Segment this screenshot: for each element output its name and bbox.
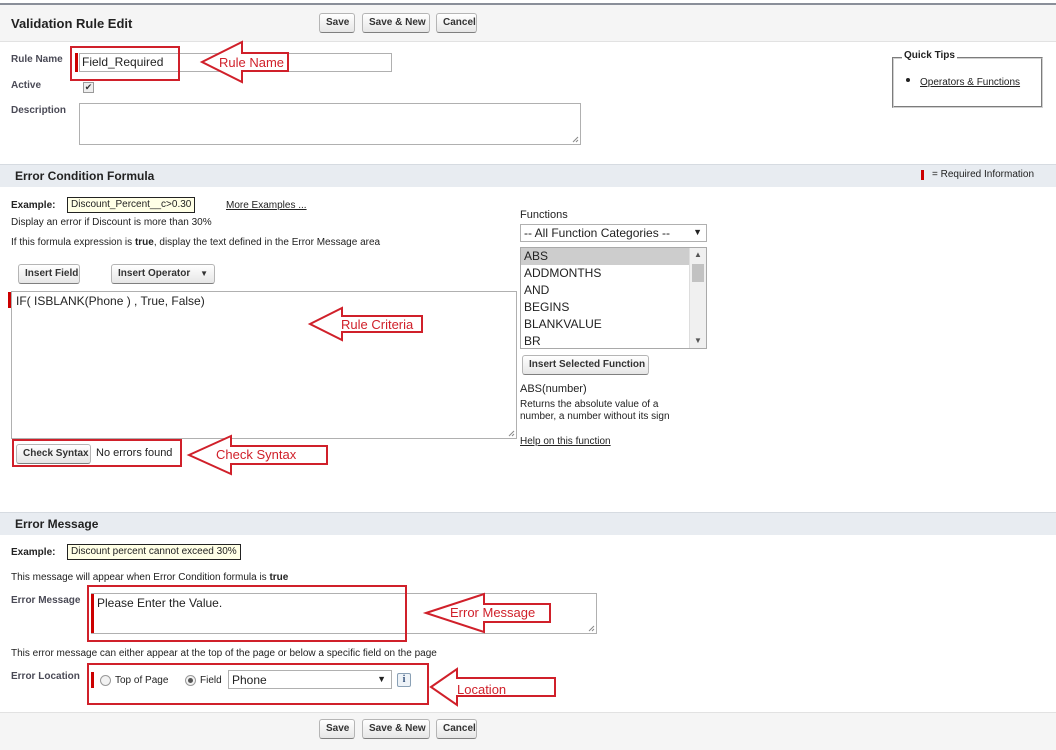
page-title: Validation Rule Edit: [11, 16, 133, 31]
resize-handle-icon[interactable]: [508, 430, 515, 437]
error-message-label: Error Message: [11, 595, 81, 606]
location-annotation: Location: [457, 682, 507, 697]
error-message-note: This message will appear when Error Cond…: [11, 572, 289, 583]
help-on-function-link[interactable]: Help on this function: [520, 436, 611, 447]
error-message-highlight: [87, 585, 407, 642]
insert-operator-button[interactable]: Insert Operator ▼: [111, 264, 215, 284]
function-option[interactable]: BLANKVALUE: [521, 316, 690, 333]
function-option[interactable]: ABS: [521, 248, 690, 265]
function-description-2: number, a number without its sign: [520, 411, 670, 422]
function-option[interactable]: AND: [521, 282, 690, 299]
error-message-annotation: Error Message: [450, 605, 536, 620]
page-footer: [0, 712, 1056, 750]
footer-save-new-button[interactable]: Save & New: [362, 719, 430, 739]
formula-section-title: Error Condition Formula: [15, 169, 155, 183]
function-option[interactable]: ADDMONTHS: [521, 265, 690, 282]
check-syntax-annotation: Check Syntax: [216, 447, 297, 462]
functions-listbox[interactable]: ABS ADDMONTHS AND BEGINS BLANKVALUE BR ▲…: [520, 247, 707, 349]
footer-cancel-button[interactable]: Cancel: [436, 719, 477, 739]
error-location-label: Error Location: [11, 671, 80, 682]
error-message-section-title: Error Message: [15, 517, 99, 531]
functions-label: Functions: [520, 209, 568, 221]
insert-selected-function-button[interactable]: Insert Selected Function: [522, 355, 649, 375]
function-signature: ABS(number): [520, 383, 587, 395]
rule-name-label: Rule Name: [11, 54, 63, 65]
formula-example-label: Example:: [11, 200, 56, 211]
formula-example-value: Discount_Percent__c>0.30: [67, 197, 196, 213]
function-description-1: Returns the absolute value of a: [520, 399, 659, 410]
quick-tips-title: Quick Tips: [902, 50, 957, 61]
required-indicator: [8, 292, 11, 308]
description-label: Description: [11, 105, 67, 116]
rule-criteria-annotation: Rule Criteria: [341, 317, 414, 332]
rule-name-highlight: [70, 46, 180, 81]
description-textarea[interactable]: [79, 103, 581, 145]
function-option[interactable]: BR: [521, 333, 690, 348]
location-highlight: [87, 663, 429, 705]
cancel-button[interactable]: Cancel: [436, 13, 477, 33]
rule-name-annotation: Rule Name: [219, 55, 285, 70]
function-categories-value: -- All Function Categories --: [524, 226, 671, 240]
more-examples-link[interactable]: More Examples ...: [226, 200, 307, 211]
error-message-section-header: [0, 512, 1056, 535]
footer-save-button[interactable]: Save: [319, 719, 355, 739]
dropdown-arrow-icon: ▼: [200, 269, 208, 278]
active-label: Active: [11, 80, 42, 91]
formula-text: IF( ISBLANK(Phone ) , True, False): [16, 294, 205, 308]
operators-functions-link[interactable]: Operators & Functions: [920, 77, 1020, 88]
functions-scrollbar[interactable]: ▲ ▼: [689, 248, 706, 348]
select-arrow-icon: ▼: [693, 227, 702, 237]
formula-editor[interactable]: [11, 291, 517, 439]
scroll-up-icon[interactable]: ▲: [690, 248, 706, 262]
error-example-label: Example:: [11, 547, 56, 558]
check-syntax-highlight: [12, 439, 182, 467]
formula-section-header: [0, 164, 1056, 187]
location-note: This error message can either appear at …: [11, 648, 437, 659]
resize-handle-icon[interactable]: [572, 136, 579, 143]
resize-handle-icon[interactable]: [588, 625, 595, 632]
function-categories-select[interactable]: -- All Function Categories -- ▼: [520, 224, 707, 242]
active-checkbox[interactable]: ✔: [83, 82, 94, 93]
formula-description-1: Display an error if Discount is more tha…: [11, 217, 212, 228]
insert-field-button[interactable]: Insert Field: [18, 264, 80, 284]
formula-description-2: If this formula expression is true, disp…: [11, 237, 381, 248]
bullet-icon: [906, 78, 910, 82]
page-header: [0, 5, 1056, 42]
scrollbar-thumb[interactable]: [692, 264, 704, 282]
scroll-down-icon[interactable]: ▼: [690, 334, 706, 348]
function-option[interactable]: BEGINS: [521, 299, 690, 316]
required-legend-indicator: [921, 170, 924, 180]
save-button[interactable]: Save: [319, 13, 355, 33]
save-new-button[interactable]: Save & New: [362, 13, 430, 33]
required-info-text: = Required Information: [932, 169, 1035, 180]
error-example-value: Discount percent cannot exceed 30%: [67, 544, 241, 560]
